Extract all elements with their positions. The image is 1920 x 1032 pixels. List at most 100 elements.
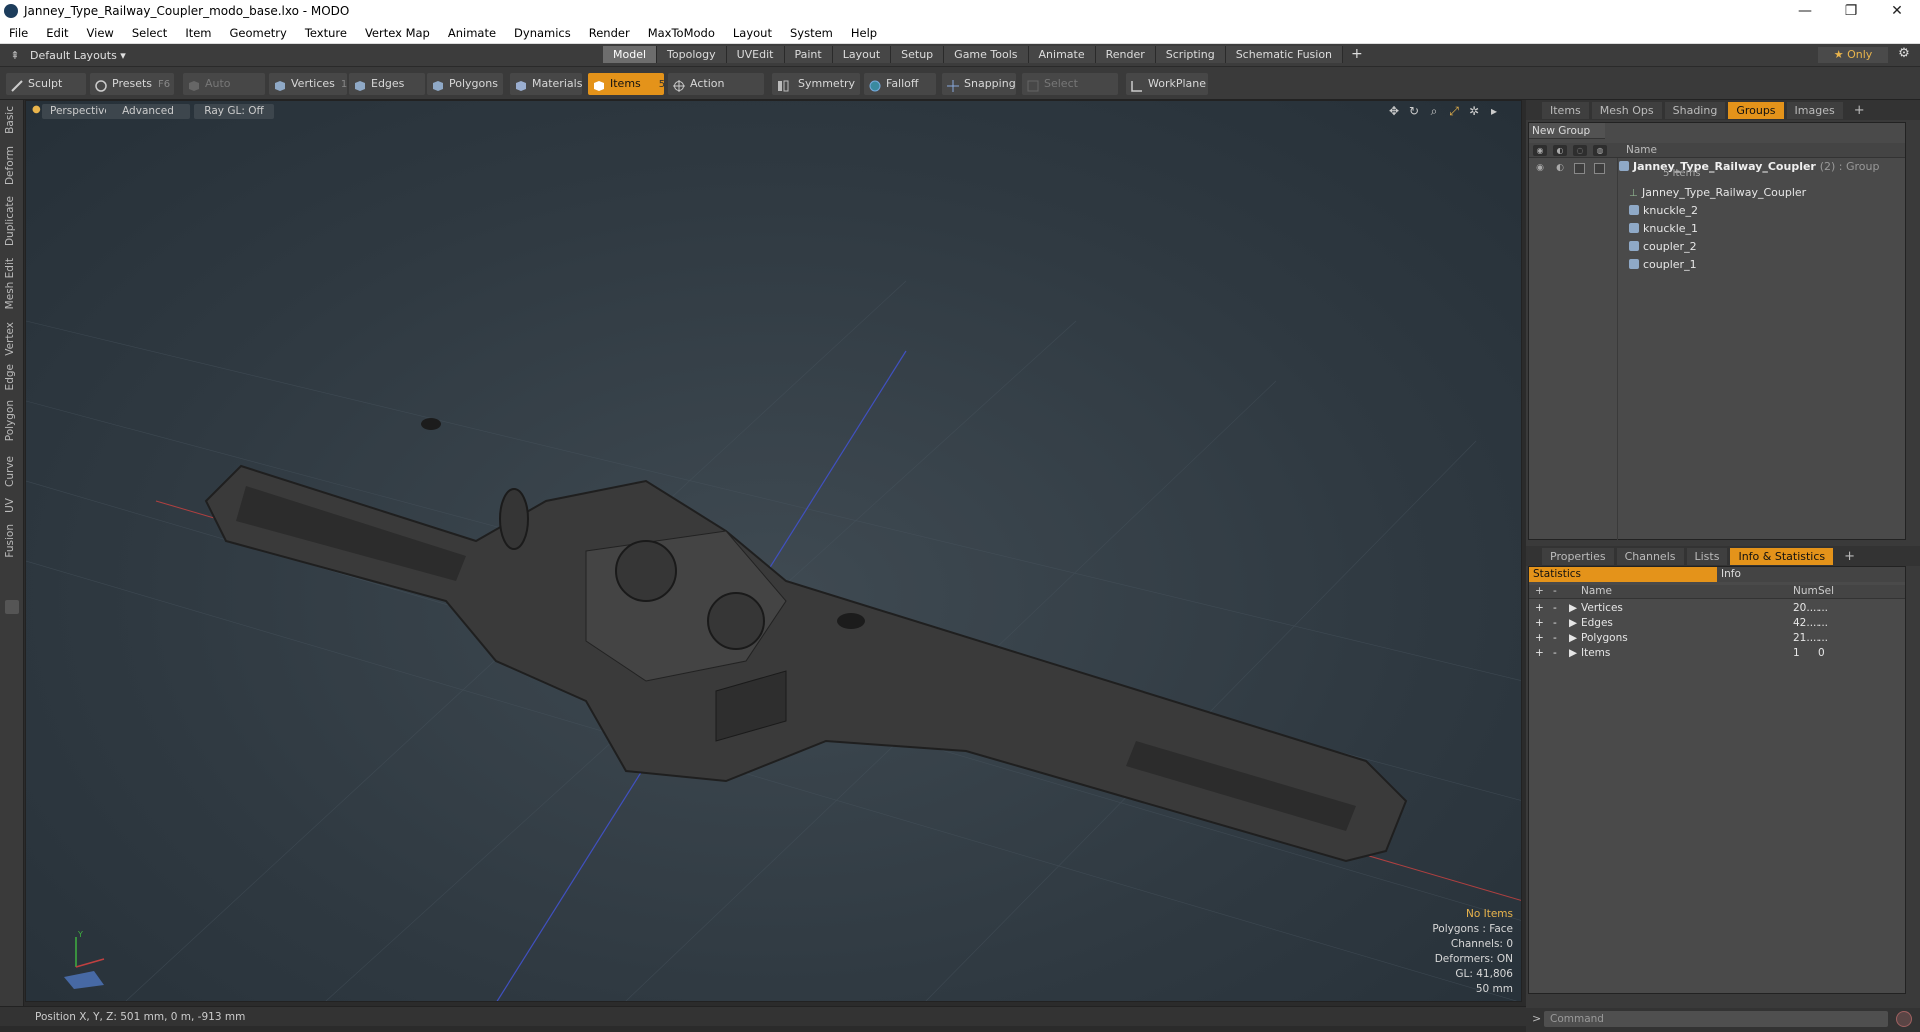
layout-select[interactable]: Default Layouts ▾ [30,49,126,62]
tab-topology[interactable]: Topology [657,46,727,63]
polygons-button[interactable]: Polygons [427,73,503,95]
close-button[interactable]: ✕ [1874,0,1920,22]
add-tab-icon[interactable]: + [1343,46,1371,63]
items-button[interactable]: Items 5 [588,73,665,95]
vtab-mesh-edit[interactable]: Mesh Edit [4,258,20,309]
tab-scripting[interactable]: Scripting [1155,46,1226,63]
menu-render[interactable]: Render [580,26,639,40]
list-item[interactable]: ⊥ Janney_Type_Railway_Coupler [1629,185,1806,201]
tab-shading[interactable]: Shading [1664,101,1726,119]
menu-item[interactable]: Item [176,26,220,40]
vtab-duplicate[interactable]: Duplicate [4,196,20,246]
expand-arrow-icon[interactable]: ▶ [1569,616,1577,631]
viewport-menu-dot-icon[interactable]: ● [32,104,41,115]
tab-animate[interactable]: Animate [1028,46,1096,63]
tab-uvedit[interactable]: UVEdit [726,46,785,63]
tab-items[interactable]: Items [1542,101,1589,119]
vtab-polygon[interactable]: Polygon [4,400,20,441]
menu-view[interactable]: View [78,26,123,40]
only-button[interactable]: ★ Only [1818,47,1888,63]
tab-paint[interactable]: Paint [784,46,833,63]
add-panel-tab-icon[interactable]: + [1846,101,1873,120]
table-row[interactable]: + - ▶ Vertices 20.... ... [1529,601,1905,616]
menu-edit[interactable]: Edit [37,26,77,40]
pan-icon[interactable]: ✥ [1387,104,1401,119]
tab-layout[interactable]: Layout [832,46,892,63]
tab-info-statistics[interactable]: Info & Statistics [1730,547,1834,565]
minimize-button[interactable]: — [1782,0,1828,22]
tab-mesh-ops[interactable]: Mesh Ops [1591,101,1662,119]
menu-file[interactable]: File [0,26,37,40]
fit-icon[interactable]: ⤢ [1447,104,1461,119]
tab-statistics[interactable]: Statistics [1529,567,1717,582]
command-input[interactable]: Command [1544,1011,1888,1027]
tab-groups[interactable]: Groups [1728,101,1784,119]
vtab-fusion[interactable]: Fusion [4,524,20,558]
gear-icon[interactable]: ⚙ [1894,46,1914,64]
auto-select-button[interactable]: Auto Select [183,73,265,112]
zoom-icon[interactable]: ⌕ [1427,104,1441,119]
vtab-vertex[interactable]: Vertex [4,322,20,356]
expand-arrow-icon[interactable]: ▶ [1569,601,1577,616]
workplane-button[interactable]: WorkPlane [1126,73,1208,95]
tab-info[interactable]: Info [1717,567,1905,582]
viewport-expand-icon[interactable]: ▸ [1487,104,1501,119]
tab-game-tools[interactable]: Game Tools [944,46,1029,63]
menu-texture[interactable]: Texture [296,26,356,40]
menu-maxtomodo[interactable]: MaxToModo [639,26,724,40]
snapping-button[interactable]: Snapping [942,73,1016,95]
menu-select[interactable]: Select [123,26,176,40]
table-row[interactable]: + - ▶ Edges 42.... ... [1529,616,1905,631]
group-select-toggle[interactable] [1594,163,1605,174]
materials-button[interactable]: Materials [510,73,582,95]
action-center-button[interactable]: Action Center [668,73,764,112]
expand-all-icon[interactable]: + [1535,585,1544,597]
collapse-all-icon[interactable]: - [1553,585,1557,597]
3d-viewport[interactable]: ● Perspective Advanced Ray GL: Off ✥ ↻ ⌕… [25,100,1522,1002]
list-item[interactable]: knuckle_2 [1629,203,1698,219]
shading-mode-button[interactable]: Advanced [106,104,190,119]
collapse-arrow-icon[interactable]: ⇞ [0,49,30,62]
list-item[interactable]: knuckle_1 [1629,221,1698,237]
group-visibility-icon[interactable]: ◉ [1534,163,1546,174]
list-item[interactable]: coupler_1 [1629,257,1697,273]
group-render-icon[interactable]: ◐ [1554,163,1566,174]
tab-properties[interactable]: Properties [1542,547,1614,565]
presets-button[interactable]: Presets F6 [90,73,174,95]
group-lock-toggle[interactable] [1574,163,1585,174]
expand-arrow-icon[interactable]: ▶ [1569,646,1577,661]
tab-lists[interactable]: Lists [1686,547,1728,565]
symmetry-button[interactable]: Symmetry [772,73,860,95]
list-item[interactable]: coupler_2 [1629,239,1697,255]
table-row[interactable]: + - ▶ Polygons 21.... ... [1529,631,1905,646]
tab-schematic-fusion[interactable]: Schematic Fusion [1225,46,1344,63]
vtab-basic[interactable]: Basic [4,106,20,134]
new-group-button[interactable]: New Group [1529,123,1605,139]
strip-expand-icon[interactable] [5,600,19,614]
tab-setup[interactable]: Setup [891,46,945,63]
group-row[interactable]: Janney_Type_Railway_Coupler (2) : Group [1619,159,1879,175]
menu-dynamics[interactable]: Dynamics [505,26,580,40]
record-macro-icon[interactable] [1896,1011,1912,1027]
vertices-button[interactable]: Vertices 1 [269,73,347,95]
viewport-settings-icon[interactable]: ✲ [1467,104,1481,119]
menu-geometry[interactable]: Geometry [221,26,296,40]
vtab-deform[interactable]: Deform [4,146,20,185]
expand-arrow-icon[interactable]: ▶ [1569,631,1577,646]
sculpt-button[interactable]: Sculpt [6,73,86,95]
vtab-edge[interactable]: Edge [4,364,20,390]
rotate-icon[interactable]: ↻ [1407,104,1421,119]
falloff-button[interactable]: Falloff [864,73,936,95]
menu-help[interactable]: Help [842,26,886,40]
menu-layout[interactable]: Layout [724,26,781,40]
edges-button[interactable]: Edges2 [349,73,433,95]
menu-vertex-map[interactable]: Vertex Map [356,26,439,40]
tab-images[interactable]: Images [1786,101,1843,119]
table-row[interactable]: + - ▶ Items 1 0 [1529,646,1905,661]
vtab-uv[interactable]: UV [4,498,20,513]
vtab-curve[interactable]: Curve [4,456,20,487]
select-through-button[interactable]: Select Through [1022,73,1118,112]
tab-render[interactable]: Render [1095,46,1156,63]
raygl-button[interactable]: Ray GL: Off [194,104,274,119]
tab-channels[interactable]: Channels [1616,547,1684,565]
